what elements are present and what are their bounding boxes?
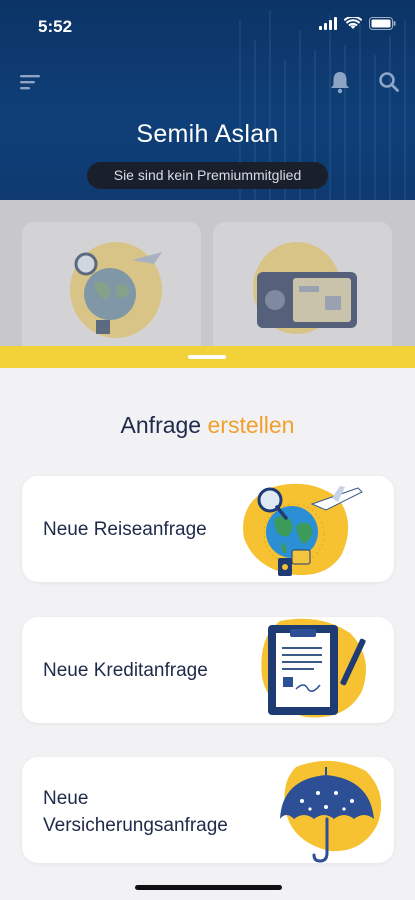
status-bar: 5:52 [0,0,415,54]
sheet-drag-handle[interactable] [188,355,226,359]
credit-request-card[interactable]: Neue Kreditanfrage [22,617,394,723]
sheet-title-accent: erstellen [207,412,295,438]
credit-request-label: Neue Kreditanfrage [43,660,208,681]
ticket-icon [253,242,357,334]
sheet-title-primary: Anfrage [120,412,202,438]
battery-icon [369,17,396,30]
travel-globe-icon [243,483,363,576]
insurance-request-label: Neue Versicherungsanfrage [43,785,228,839]
sheet-title: Anfrage erstellen [0,412,415,439]
insurance-request-label-line2: Versicherungsanfrage [43,815,228,836]
insurance-request-card[interactable]: Neue Versicherungsanfrage [22,757,394,863]
menu-icon[interactable] [17,68,45,96]
signal-icon [319,17,337,30]
travel-globe-icon [70,242,162,338]
travel-request-card[interactable]: Neue Reiseanfrage [22,476,394,582]
status-time: 5:52 [38,17,73,36]
profile-header: 5:52 Semih Aslan Sie sind kein Premiummi… [0,0,415,200]
travel-request-label: Neue Reiseanfrage [43,519,207,540]
bell-icon[interactable] [326,68,354,96]
membership-status-badge: Sie sind kein Premiummitglied [87,162,328,189]
credit-document-icon [261,618,366,718]
search-icon[interactable] [375,68,403,96]
wifi-icon [344,17,362,29]
insurance-umbrella-icon [280,760,382,863]
user-name: Semih Aslan [136,120,279,148]
home-indicator[interactable] [135,885,282,890]
insurance-request-label-line1: Neue [43,788,89,809]
